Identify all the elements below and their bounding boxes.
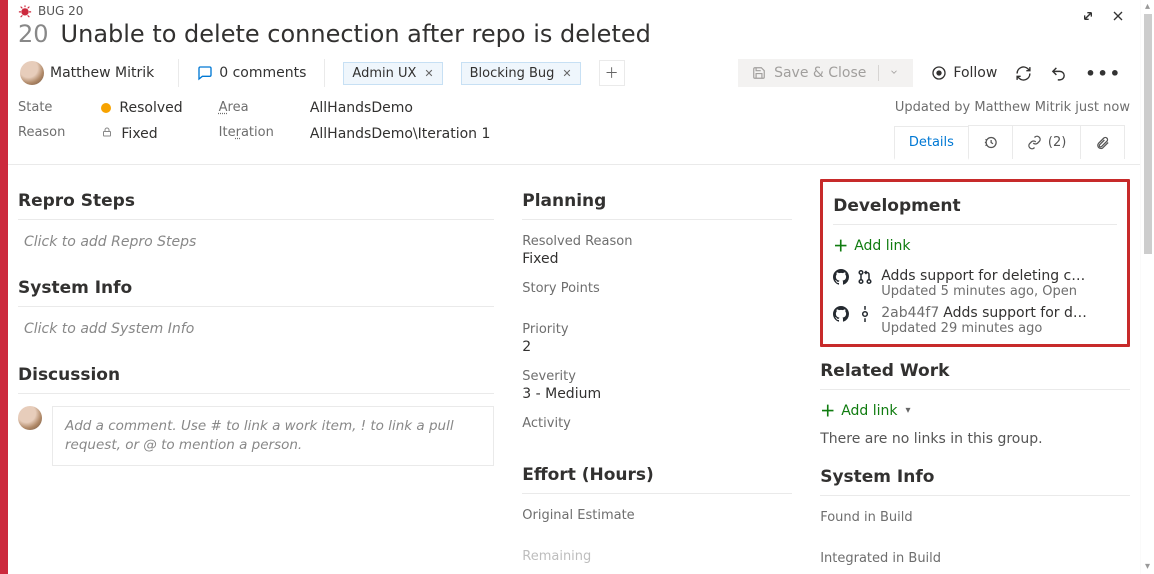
tag-label: Blocking Bug bbox=[470, 66, 555, 81]
tag[interactable]: Blocking Bug ✕ bbox=[461, 62, 581, 85]
reason-label: Reason bbox=[18, 125, 65, 140]
scrollbar[interactable]: ▴ ▾ bbox=[1140, 0, 1154, 574]
plus-icon: ＋ bbox=[820, 400, 835, 421]
dev-item-subtitle: Updated 5 minutes ago, Open bbox=[881, 284, 1091, 299]
dev-item-title: 2ab44f7Adds support for deleting … bbox=[881, 305, 1091, 321]
resolved-reason-value[interactable]: Fixed bbox=[522, 251, 792, 267]
priority-label: Priority bbox=[522, 322, 792, 337]
tab-history[interactable] bbox=[968, 125, 1013, 159]
original-estimate-label: Original Estimate bbox=[522, 508, 792, 523]
system-info-input[interactable]: Click to add System Info bbox=[18, 307, 494, 351]
state-label: State bbox=[18, 100, 65, 115]
follow-label: Follow bbox=[953, 65, 997, 81]
expand-icon[interactable] bbox=[1080, 8, 1096, 24]
section-development: Development bbox=[833, 188, 1117, 224]
dev-item-title: Adds support for deleting connecti… bbox=[881, 268, 1091, 284]
history-icon bbox=[983, 135, 998, 150]
repro-steps-input[interactable]: Click to add Repro Steps bbox=[18, 220, 494, 264]
comments-button[interactable]: 0 comments bbox=[197, 65, 306, 81]
tag-label: Admin UX bbox=[352, 66, 416, 81]
separator bbox=[178, 59, 179, 87]
iteration-value[interactable]: AllHandsDemo\Iteration 1 bbox=[310, 126, 491, 142]
tag-remove-icon[interactable]: ✕ bbox=[562, 67, 571, 80]
more-actions-icon[interactable]: ••• bbox=[1085, 64, 1122, 83]
related-empty-text: There are no links in this group. bbox=[820, 427, 1130, 453]
commit-icon bbox=[857, 306, 873, 322]
reason-value[interactable]: Fixed bbox=[101, 126, 182, 142]
section-planning: Planning bbox=[522, 183, 792, 220]
development-highlight: Development ＋Add link Adds support for d… bbox=[820, 179, 1130, 347]
refresh-icon[interactable] bbox=[1015, 65, 1032, 82]
priority-value[interactable]: 2 bbox=[522, 339, 792, 355]
github-icon bbox=[833, 306, 849, 322]
work-item-type: BUG 20 bbox=[38, 4, 83, 18]
activity-label: Activity bbox=[522, 416, 792, 431]
section-system-info: System Info bbox=[18, 270, 494, 307]
scroll-down-icon[interactable]: ▾ bbox=[1145, 562, 1150, 572]
avatar bbox=[20, 61, 44, 85]
found-in-build-label: Found in Build bbox=[820, 510, 1130, 525]
undo-icon[interactable] bbox=[1050, 65, 1067, 82]
scroll-up-icon[interactable]: ▴ bbox=[1145, 2, 1150, 12]
link-icon bbox=[1027, 135, 1042, 150]
section-effort: Effort (Hours) bbox=[522, 457, 792, 494]
discussion-input[interactable]: Add a comment. Use # to link a work item… bbox=[52, 406, 494, 466]
save-and-close-button: Save & Close bbox=[738, 59, 913, 87]
avatar bbox=[18, 406, 42, 430]
plus-icon: ＋ bbox=[833, 235, 848, 256]
chevron-down-icon: ▾ bbox=[906, 405, 911, 416]
development-item[interactable]: 2ab44f7Adds support for deleting … Updat… bbox=[833, 305, 1117, 336]
github-icon bbox=[833, 269, 849, 285]
tab-links[interactable]: (2) bbox=[1012, 125, 1081, 159]
comments-count: 0 comments bbox=[219, 65, 306, 81]
updated-by-text: Updated by Matthew Mitrik just now bbox=[895, 100, 1130, 115]
pull-request-icon bbox=[857, 269, 873, 285]
section-discussion: Discussion bbox=[18, 357, 494, 394]
close-icon[interactable] bbox=[1110, 8, 1126, 24]
integrated-in-build-label: Integrated in Build bbox=[820, 551, 1130, 566]
assignee-name: Matthew Mitrik bbox=[50, 65, 154, 81]
chevron-down-icon bbox=[878, 65, 899, 81]
section-repro-steps: Repro Steps bbox=[18, 183, 494, 220]
work-item-id: 20 bbox=[18, 20, 49, 48]
lock-icon bbox=[101, 126, 113, 142]
assignee-picker[interactable]: Matthew Mitrik bbox=[18, 58, 160, 88]
state-value[interactable]: Resolved bbox=[101, 100, 182, 116]
tab-details[interactable]: Details bbox=[894, 126, 969, 160]
bug-icon bbox=[18, 4, 32, 18]
remaining-label: Remaining bbox=[522, 549, 792, 564]
follow-button[interactable]: Follow bbox=[931, 65, 997, 81]
area-value[interactable]: AllHandsDemo bbox=[310, 100, 491, 116]
add-link-button[interactable]: ＋Add link bbox=[833, 225, 1117, 262]
story-points-label: Story Points bbox=[522, 281, 792, 296]
area-label: Area bbox=[219, 100, 274, 115]
state-dot-icon bbox=[101, 103, 111, 113]
iteration-label: Iteration bbox=[219, 125, 274, 140]
add-link-button[interactable]: ＋Add link▾ bbox=[820, 390, 1130, 427]
scroll-thumb[interactable] bbox=[1144, 14, 1152, 254]
resolved-reason-label: Resolved Reason bbox=[522, 234, 792, 249]
section-system-info-right: System Info bbox=[820, 459, 1130, 496]
development-item[interactable]: Adds support for deleting connecti… Upda… bbox=[833, 268, 1117, 299]
section-related-work: Related Work bbox=[820, 353, 1130, 390]
severity-label: Severity bbox=[522, 369, 792, 384]
tag[interactable]: Admin UX ✕ bbox=[343, 62, 442, 85]
attachment-icon bbox=[1095, 135, 1110, 150]
work-item-title[interactable]: Unable to delete connection after repo i… bbox=[61, 20, 651, 48]
severity-value[interactable]: 3 - Medium bbox=[522, 386, 792, 402]
separator bbox=[324, 59, 325, 87]
add-tag-button[interactable]: ＋ bbox=[599, 60, 625, 86]
save-label: Save & Close bbox=[774, 65, 866, 81]
dev-item-subtitle: Updated 29 minutes ago bbox=[881, 321, 1091, 336]
tab-attachments[interactable] bbox=[1080, 125, 1125, 159]
tag-remove-icon[interactable]: ✕ bbox=[424, 67, 433, 80]
